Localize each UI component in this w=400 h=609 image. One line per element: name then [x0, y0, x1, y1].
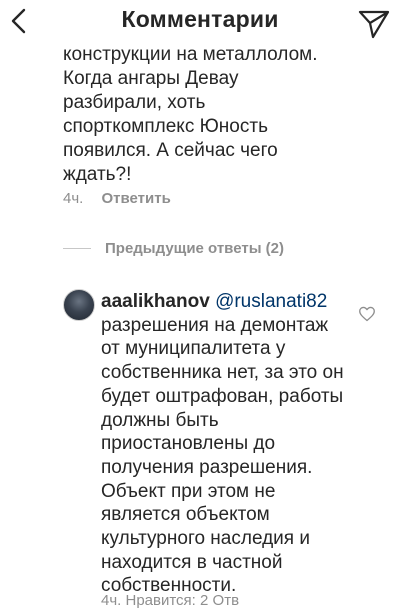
divider-line: [63, 247, 91, 249]
avatar[interactable]: [63, 289, 95, 321]
heart-icon[interactable]: [358, 306, 376, 322]
reply-mention[interactable]: @ruslanati82: [215, 291, 327, 312]
reply-text: разрешения на демонтаж от муниципалитета…: [101, 314, 344, 597]
comment-text: конструкции на металлолом. Когда ангары …: [63, 44, 318, 184]
reply-comment: aaalikhanov @ruslanati82 разрешения на д…: [101, 290, 351, 598]
previous-replies-label: Предыдущие ответы (2): [105, 239, 285, 257]
share-button[interactable]: [356, 4, 392, 40]
reply-button[interactable]: Ответить: [102, 190, 171, 207]
reply-username[interactable]: aaalikhanov: [101, 291, 210, 312]
page-title: Комментарии: [121, 6, 279, 32]
comment-clip: конструкции на металлолом. Когда ангары …: [0, 44, 400, 184]
top-bar: Комментарии: [0, 0, 400, 44]
reply-meta: 4ч. Нравится: 2 Отв: [101, 592, 240, 609]
comment-time: 4ч.: [63, 190, 84, 207]
comment-meta: 4ч. Ответить: [63, 190, 171, 207]
paper-plane-icon: [358, 10, 390, 39]
previous-replies-toggle[interactable]: Предыдущие ответы (2): [63, 238, 284, 258]
